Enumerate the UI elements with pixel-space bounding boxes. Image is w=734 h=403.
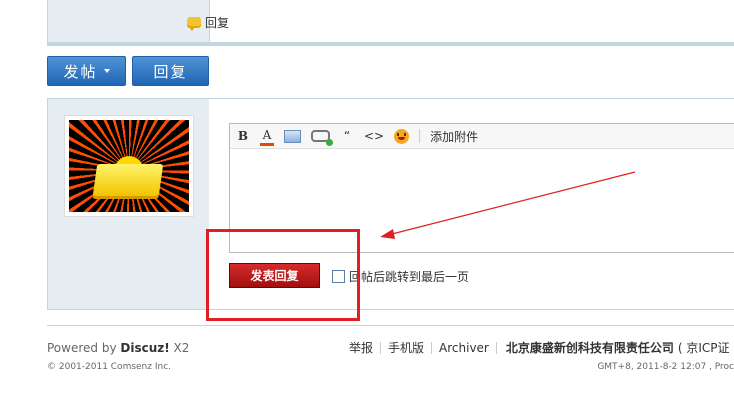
- jump-option-label: 回帖后跳转到最后一页: [349, 270, 470, 284]
- reply-bubble-icon: [187, 17, 201, 31]
- gold-bar-graphic: [92, 164, 164, 196]
- discuz-link[interactable]: Discuz!: [120, 341, 169, 355]
- reply-button-label: 回复: [153, 62, 188, 81]
- footer-separator: [431, 341, 433, 354]
- footer-divider: [47, 325, 734, 326]
- post-author-column: [48, 0, 209, 42]
- post-reply-link[interactable]: 回复: [187, 14, 229, 31]
- toolbar-divider: [419, 129, 421, 143]
- post-footer-strip: [47, 0, 734, 42]
- quote-icon[interactable]: “: [340, 128, 354, 144]
- code-icon[interactable]: <>: [364, 128, 384, 144]
- add-attachment-button[interactable]: 添加附件: [430, 128, 478, 145]
- bold-icon[interactable]: B: [236, 128, 250, 144]
- powered-version: X2: [169, 341, 190, 355]
- report-link[interactable]: 举报: [349, 339, 373, 356]
- avatar[interactable]: [64, 115, 194, 217]
- footer-separator: [495, 341, 497, 354]
- quick-reply-sidebar: [48, 99, 209, 309]
- smiley-icon[interactable]: [394, 128, 410, 144]
- reply-button[interactable]: 回复: [132, 56, 209, 86]
- copyright: © 2001-2011 Comsenz Inc.: [47, 362, 172, 372]
- chevron-down-icon: [103, 69, 110, 73]
- post-reply-label: 回复: [205, 16, 230, 30]
- powered-prefix: Powered by: [47, 341, 121, 355]
- annotation-highlight-box: [206, 229, 360, 321]
- server-time: GMT+8, 2011-8-2 12:07 , Proc: [597, 362, 734, 372]
- archiver-link[interactable]: Archiver: [439, 341, 489, 355]
- post-content-column: [209, 0, 734, 42]
- mobile-link[interactable]: 手机版: [388, 339, 424, 356]
- icp-link[interactable]: ( 京ICP证: [678, 339, 730, 356]
- avatar-image: [69, 120, 189, 212]
- font-color-icon[interactable]: A: [260, 127, 274, 146]
- editor-toolbar: B A “ <> 添加附件: [230, 124, 734, 149]
- insert-image-icon[interactable]: [284, 129, 301, 143]
- quick-reply-box: B A “ <> 添加附件 发表回复 回帖后跳转到最后一页: [47, 98, 734, 310]
- new-post-button[interactable]: 发帖: [47, 56, 126, 86]
- insert-link-icon[interactable]: [311, 130, 333, 146]
- footer-links: 举报 手机版 Archiver 北京康盛新创科技有限责任公司 ( 京ICP证: [349, 339, 730, 356]
- footer-separator: [380, 341, 382, 354]
- powered-by: Powered by Discuz! X2: [47, 341, 189, 355]
- company-link[interactable]: 北京康盛新创科技有限责任公司: [506, 339, 674, 356]
- post-divider: [47, 42, 734, 46]
- new-post-label: 发帖: [63, 62, 98, 81]
